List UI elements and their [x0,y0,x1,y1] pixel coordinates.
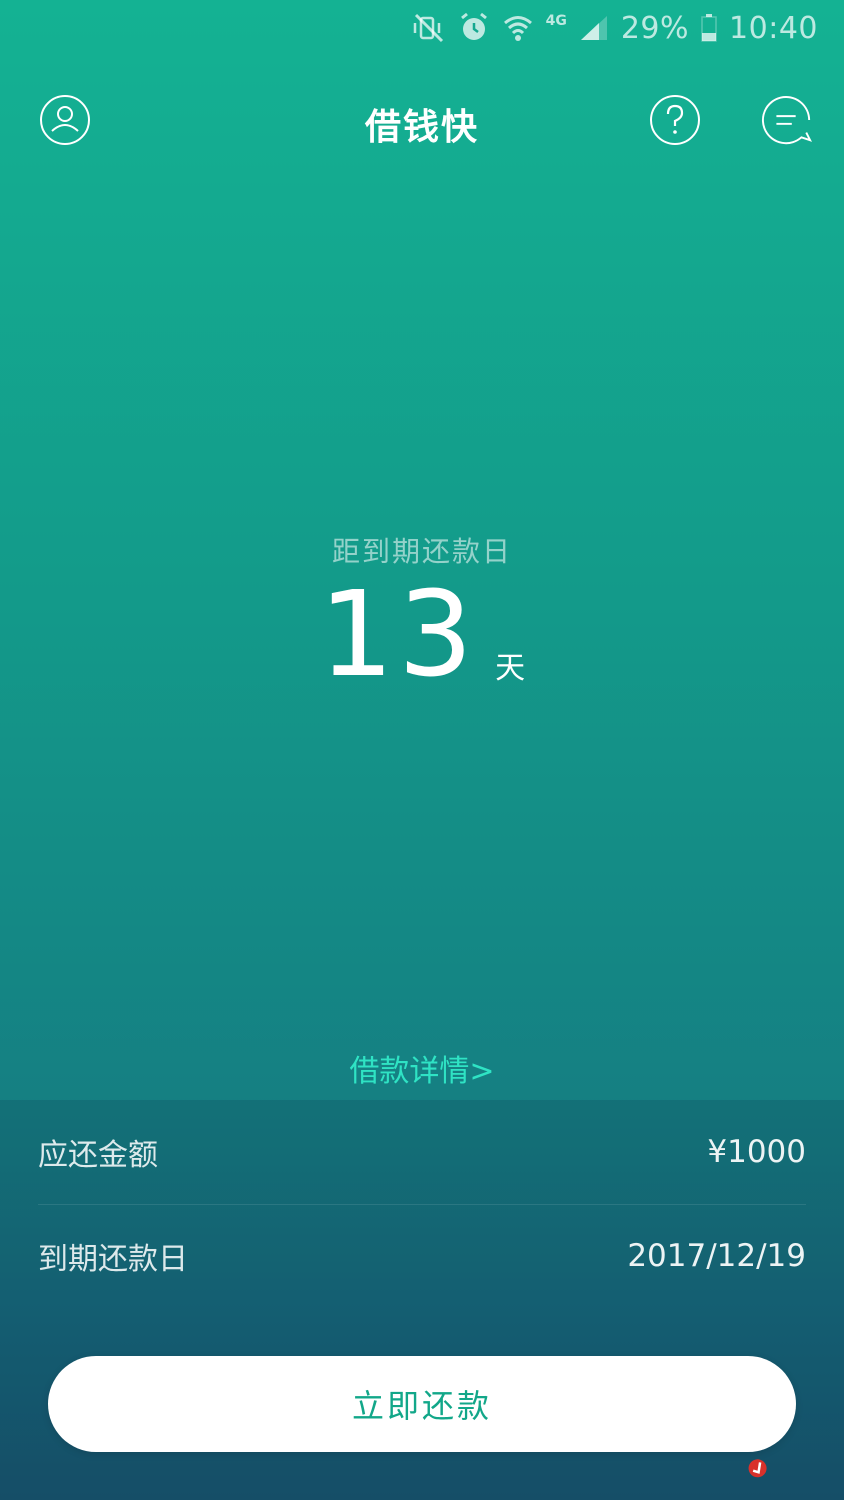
wifi-icon [502,13,534,43]
clock: 10:40 [729,10,818,46]
battery-percent: 29% [620,10,690,46]
loan-details-link[interactable]: 借款详情> [0,1046,844,1090]
header-bar: 借钱快 [0,90,844,150]
battery-icon [701,14,717,42]
help-icon [650,95,700,145]
signal-icon [579,14,609,42]
status-bar: 4G 29% 10:40 [0,0,844,56]
help-button[interactable] [649,94,701,146]
message-button[interactable] [761,94,813,146]
repay-now-button[interactable]: 立即还款 [48,1356,796,1452]
due-date-row: 到期还款日 2017/12/19 [38,1204,806,1308]
network-type: 4G [545,13,567,29]
amount-due-label: 应还金额 [38,1138,158,1173]
loan-screen: 4G 29% 10:40 借钱快 距到期还款日 13 天 借款详情> 应还金额 … [0,0,844,1500]
page-title: 借钱快 [364,107,479,148]
countdown-days-value: 13 [318,565,478,703]
due-date-label: 到期还款日 [38,1242,188,1277]
amount-due-row: 应还金额 ¥1000 [38,1100,806,1205]
mute-vibrate-icon [412,13,446,43]
alarm-icon [458,12,490,44]
countdown-unit: 天 [495,651,526,686]
countdown-label: 距到期还款日 [331,535,512,568]
amount-due-value: ¥1000 [707,1134,806,1170]
countdown: 13 天 [0,575,844,693]
due-date-value: 2017/12/19 [627,1238,806,1274]
message-icon [762,96,813,145]
